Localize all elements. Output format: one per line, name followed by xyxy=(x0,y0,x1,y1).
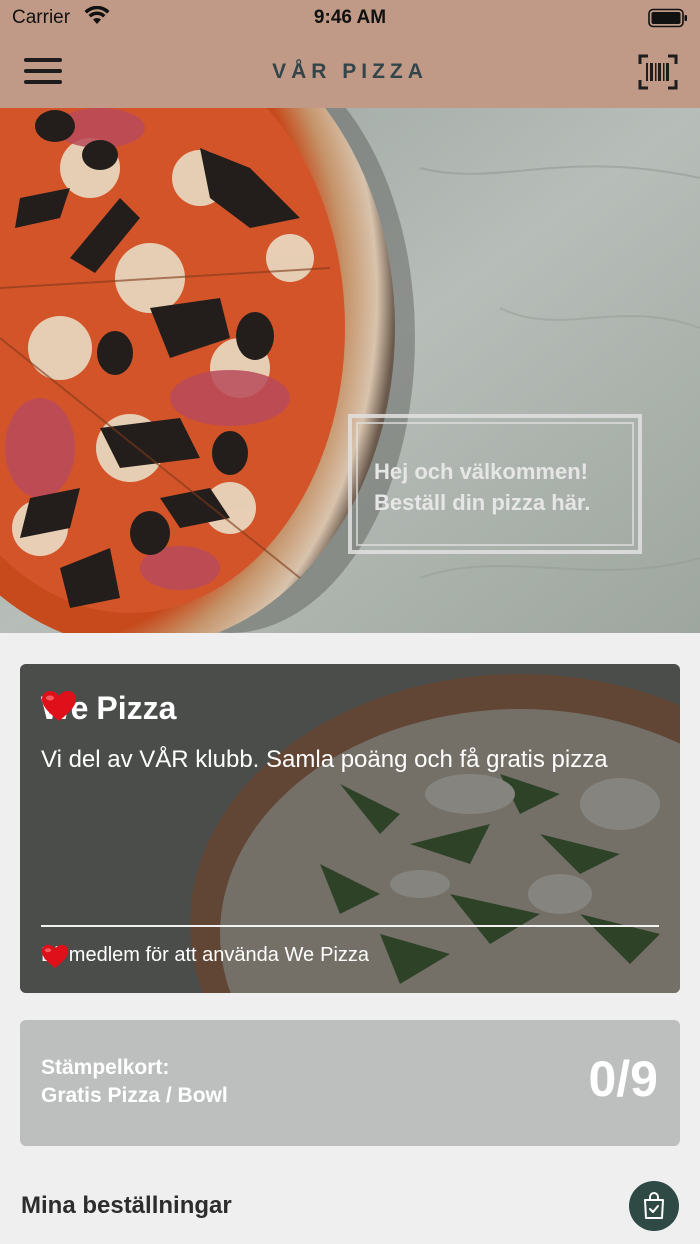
clock: 9:46 AM xyxy=(313,7,387,28)
club-title-pizza: Pizza xyxy=(96,690,177,726)
stamp-card-reward: Gratis Pizza / Bowl xyxy=(41,1084,228,1107)
club-join-link[interactable]: Bli medlem för att använda We Pizza xyxy=(41,944,370,969)
stamp-card-title: Stämpelkort: xyxy=(41,1056,170,1079)
my-orders-heading: Mina beställningar xyxy=(21,1192,232,1219)
heart-icon xyxy=(42,691,76,721)
app-header: VÅR PIZZA xyxy=(0,36,700,108)
hero-banner[interactable]: Hej och välkommen! Beställ din pizza här… xyxy=(0,108,700,633)
club-footer-text: Bli medlem för att använda We xyxy=(41,944,315,966)
stamp-card-label: Stämpelkort: Gratis Pizza / Bowl xyxy=(41,1054,228,1110)
brand-logo: VÅR PIZZA xyxy=(272,60,428,83)
heart-icon xyxy=(41,944,69,969)
shopping-bag-check-icon xyxy=(644,1192,664,1219)
club-title: We Pizza xyxy=(41,690,176,727)
loyalty-club-card[interactable]: We Pizza Vi del av VÅR klubb. Samla poän… xyxy=(20,664,680,993)
barcode-scan-icon[interactable] xyxy=(638,54,678,90)
welcome-text: Hej och välkommen! Beställ din pizza här… xyxy=(374,456,644,518)
battery-icon xyxy=(648,8,688,33)
stamp-card[interactable]: Stämpelkort: Gratis Pizza / Bowl 0/9 xyxy=(20,1020,680,1146)
club-subtitle: Vi del av VÅR klubb. Samla poäng och få … xyxy=(41,746,608,773)
welcome-line-1: Hej och välkommen! xyxy=(374,459,588,484)
stamp-count: 0/9 xyxy=(588,1051,658,1107)
pizza-hero-image xyxy=(0,108,700,633)
club-divider xyxy=(41,925,659,927)
orders-button[interactable] xyxy=(629,1181,679,1231)
welcome-line-2: Beställ din pizza här. xyxy=(374,490,591,515)
status-bar: Carrier 9:46 AM xyxy=(0,0,700,36)
club-footer-pizza: Pizza xyxy=(320,944,370,966)
